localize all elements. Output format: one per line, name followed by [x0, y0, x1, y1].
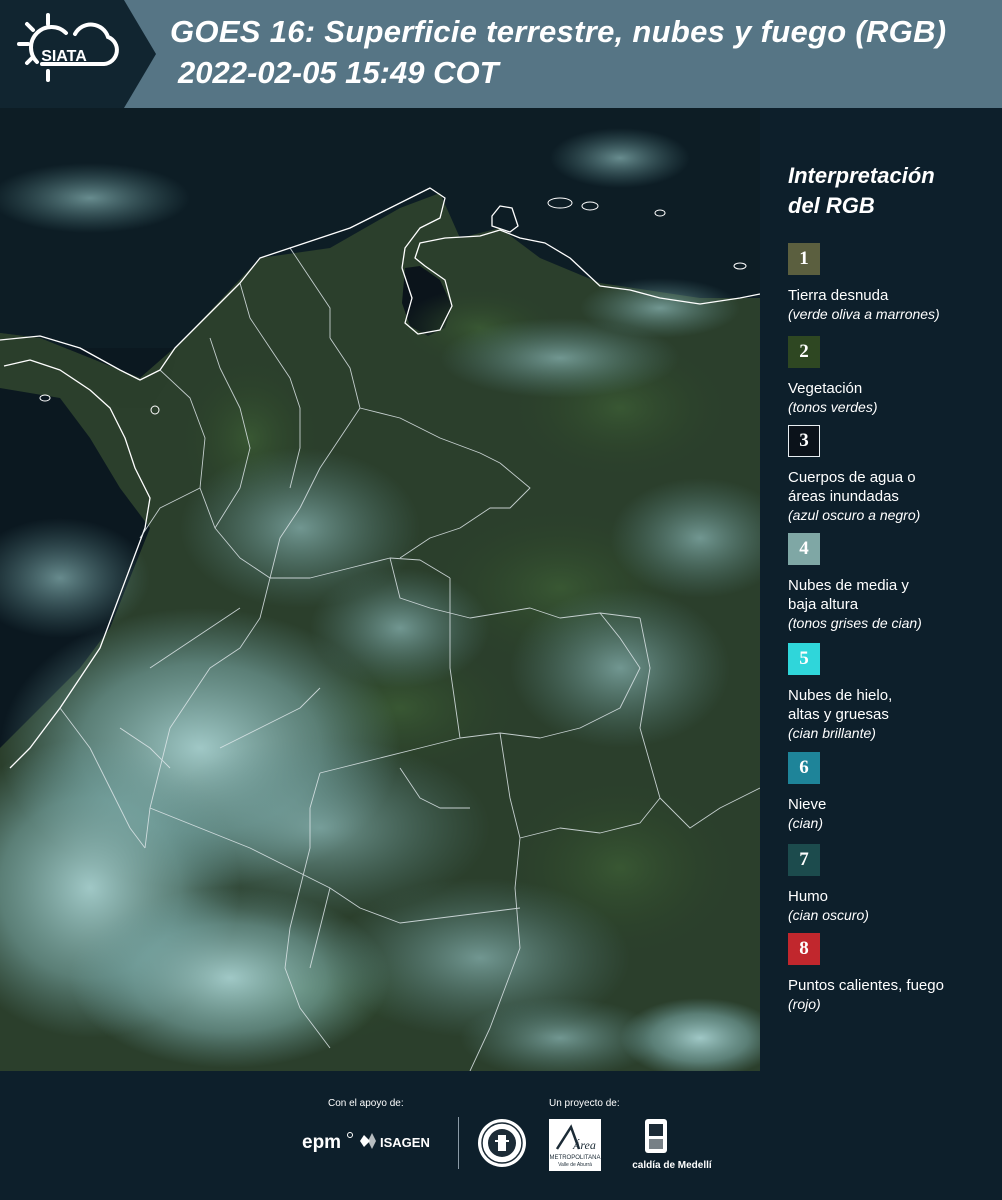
- header-bar: SIATA GOES 16: Superficie terrestre, nub…: [0, 0, 1002, 108]
- legend-label: Vegetación: [788, 380, 863, 397]
- siata-logo-panel: SIATA: [0, 0, 156, 108]
- legend-description: (tonos verdes): [788, 399, 878, 415]
- legend-description: (tonos grises de cian): [788, 615, 922, 631]
- legend-description: (cian): [788, 815, 824, 831]
- legend-swatch: 7: [788, 844, 820, 876]
- legend-swatch: 2: [788, 336, 820, 368]
- legend-description: (cian oscuro): [788, 907, 869, 923]
- legend-number: 7: [799, 849, 809, 870]
- legend-description: (cian brillante): [788, 725, 876, 741]
- legend-swatch: 4: [788, 533, 820, 565]
- alcaldia-medellin-logo: Alcaldía de Medellín: [632, 1119, 712, 1171]
- legend-description: (verde oliva a marrones): [788, 306, 940, 322]
- svg-text:ISAGEN: ISAGEN: [380, 1135, 430, 1150]
- legend-label: Nubes de hielo, altas y gruesas: [788, 687, 893, 723]
- seal-logo: [478, 1119, 526, 1167]
- isagen-logo: ISAGEN: [360, 1133, 430, 1150]
- footer-divider: [458, 1117, 459, 1169]
- legend-item-4: 4 Nubes de media y baja altura (tonos gri…: [788, 533, 998, 633]
- legend-item-3: 3 Cuerpos de agua o áreas inundadas (azul…: [788, 425, 998, 525]
- svg-text:Alcaldía de Medellín: Alcaldía de Medellín: [632, 1160, 712, 1171]
- support-label: Con el apoyo de:: [328, 1098, 404, 1109]
- legend-label: Nieve: [788, 796, 827, 813]
- project-label: Un proyecto de:: [549, 1098, 620, 1109]
- area-metropolitana-logo: Área METROPOLITANA Valle de Aburrá: [549, 1119, 601, 1171]
- legend-item-1: 1 Tierra desnuda (verde oliva a marrones…: [788, 243, 998, 324]
- legend-number: 8: [799, 938, 809, 959]
- satellite-image: [0, 108, 760, 1071]
- satellite-map[interactable]: [0, 108, 760, 1071]
- legend-number: 5: [799, 648, 809, 669]
- legend-swatch: 8: [788, 933, 820, 965]
- page-title: GOES 16: Superficie terrestre, nubes y f…: [170, 14, 947, 49]
- svg-text:Valle de Aburrá: Valle de Aburrá: [558, 1162, 592, 1168]
- page-timestamp: 2022-02-05 15:49 COT: [178, 55, 499, 90]
- legend-number: 3: [799, 430, 809, 451]
- legend-label: Humo: [788, 888, 829, 905]
- svg-text:METROPOLITANA: METROPOLITANA: [550, 1155, 601, 1161]
- legend-panel: Interpretación del RGB 1 Tierra desnuda …: [760, 108, 1002, 1071]
- legend-number: 6: [799, 757, 809, 778]
- legend-label: Cuerpos de agua o áreas inundadas: [788, 469, 916, 505]
- siata-logo-text: SIATA: [41, 48, 87, 65]
- legend-number: 1: [799, 248, 809, 269]
- legend-item-2: 2 Vegetación (tonos verdes): [788, 336, 998, 417]
- legend-label: Puntos calientes, fuego: [788, 977, 944, 994]
- legend-number: 4: [799, 538, 809, 559]
- legend-item-7: 7 Humo (cian oscuro): [788, 844, 998, 925]
- legend-swatch: 1: [788, 243, 820, 275]
- legend-title-line2: del RGB: [788, 193, 875, 218]
- legend-label: Tierra desnuda: [788, 287, 889, 304]
- legend-item-8: 8 Puntos calientes, fuego (rojo): [788, 933, 998, 1014]
- legend-number: 2: [799, 341, 809, 362]
- legend-title-line1: Interpretación: [788, 163, 935, 188]
- epm-logo: epm: [302, 1132, 353, 1153]
- legend-item-5: 5 Nubes de hielo, altas y gruesas (cian b…: [788, 643, 998, 743]
- legend-swatch: 6: [788, 752, 820, 784]
- legend-label: Nubes de media y baja altura: [788, 577, 909, 613]
- legend-swatch: 5: [788, 643, 820, 675]
- legend-description: (azul oscuro a negro): [788, 507, 921, 523]
- legend-title: Interpretación del RGB: [788, 161, 935, 221]
- footer: Con el apoyo de: Un proyecto de: epm ISA…: [0, 1071, 1002, 1200]
- legend-swatch: 3: [788, 425, 820, 457]
- legend-item-6: 6 Nieve (cian): [788, 752, 998, 833]
- legend-description: (rojo): [788, 996, 821, 1012]
- svg-text:epm: epm: [302, 1132, 341, 1153]
- svg-text:Área: Área: [572, 1138, 596, 1152]
